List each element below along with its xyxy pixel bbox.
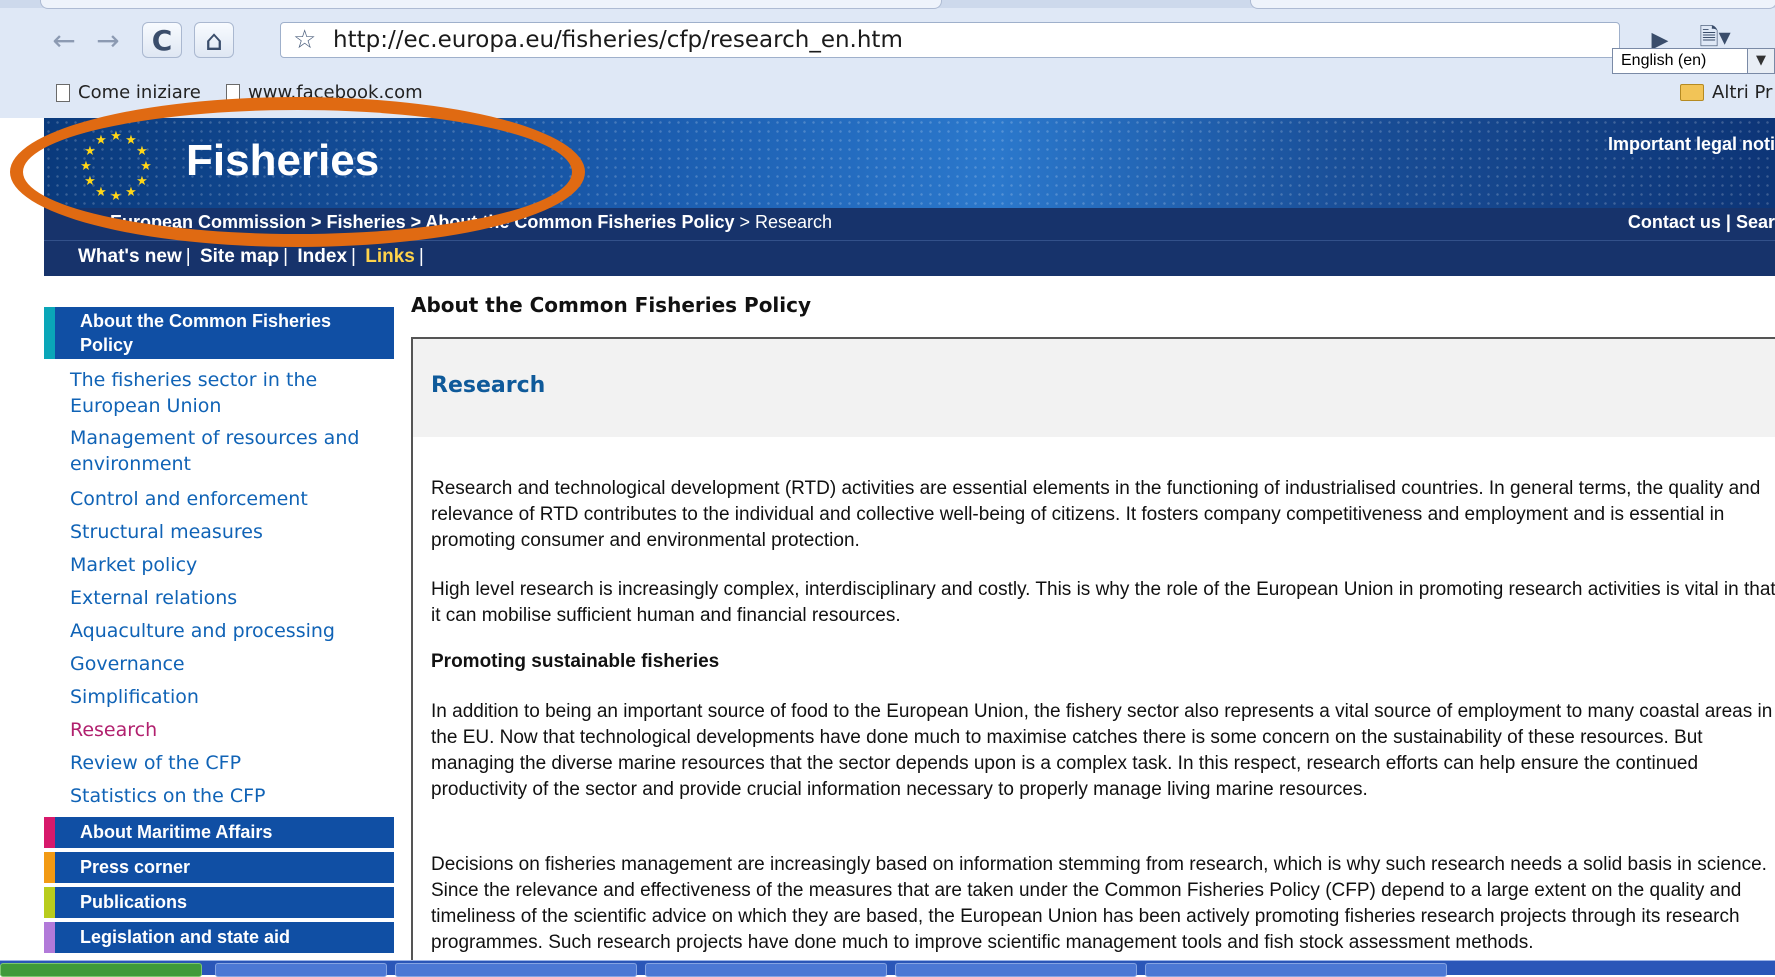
sidebar-item-research[interactable]: Research [44, 714, 394, 747]
content-panel: Research Research and technological deve… [411, 337, 1775, 977]
os-taskbar [0, 960, 1775, 977]
sidebar-item-governance[interactable]: Governance [44, 648, 394, 681]
taskbar-item[interactable] [645, 963, 887, 977]
taskbar-item[interactable] [215, 963, 387, 977]
sidebar-section-cfp[interactable]: About the Common Fisheries Policy [44, 307, 394, 359]
breadcrumb-current: > Research [739, 212, 833, 232]
contact-search-links[interactable]: Contact us | Sear [1628, 212, 1775, 233]
taskbar-item[interactable] [895, 963, 1137, 977]
other-bookmarks[interactable]: Altri Pr [1680, 82, 1772, 103]
taskbar-item[interactable] [395, 963, 637, 977]
reload-icon[interactable]: C [142, 22, 182, 58]
bookmark-label: Come iniziare [78, 82, 201, 103]
bookmark-come-iniziare[interactable]: Come iniziare [56, 82, 201, 103]
paragraph: High level research is increasingly comp… [431, 579, 1775, 626]
sidebar-section-press[interactable]: Press corner [44, 852, 394, 883]
paragraph: In addition to being an important source… [431, 701, 1773, 800]
forward-icon[interactable]: → [88, 22, 128, 58]
sidebar-item-simplification[interactable]: Simplification [44, 681, 394, 714]
back-icon[interactable]: ← [44, 22, 84, 58]
sidebar-section-publications[interactable]: Publications [44, 887, 394, 918]
tab-strip [0, 0, 1775, 9]
sidebar-item-review[interactable]: Review of the CFP [44, 747, 394, 780]
site-map-link[interactable]: Site map [200, 246, 279, 267]
highlight-annotation [10, 97, 585, 247]
sidebar-item-statistics[interactable]: Statistics on the CFP [44, 780, 394, 813]
star-icon[interactable]: ☆ [293, 25, 316, 55]
page-icon [56, 83, 70, 102]
paragraph: Decisions on fisheries management are in… [431, 854, 1767, 953]
utility-links: What's new | Site map | Index | Links | [78, 246, 424, 267]
sidebar-item-management[interactable]: Management of resources and environment [44, 425, 394, 483]
sidebar-section-legislation[interactable]: Legislation and state aid [44, 922, 394, 953]
taskbar-item[interactable] [1145, 963, 1447, 977]
address-bar[interactable]: ☆ http://ec.europa.eu/fisheries/cfp/rese… [280, 22, 1620, 58]
sidebar-section-maritime[interactable]: About Maritime Affairs [44, 817, 394, 848]
folder-icon [1680, 84, 1704, 101]
browser-toolbar: ← → C ⌂ ☆ http://ec.europa.eu/fisheries/… [0, 14, 1775, 74]
page-heading: About the Common Fisheries Policy [411, 293, 812, 317]
links-link[interactable]: Links [365, 246, 415, 267]
start-button[interactable] [0, 963, 202, 977]
whats-new-link[interactable]: What's new [78, 246, 182, 267]
browser-tab[interactable] [40, 0, 942, 9]
sidebar: About the Common Fisheries Policy The fi… [44, 307, 394, 953]
content-header: Research [413, 339, 1775, 437]
sidebar-item-market[interactable]: Market policy [44, 549, 394, 582]
legal-notice-link[interactable]: Important legal noti [1608, 134, 1775, 155]
language-value: English (en) [1621, 52, 1707, 69]
sidebar-item-aquaculture[interactable]: Aquaculture and processing [44, 615, 394, 648]
browser-tab[interactable] [1250, 0, 1775, 9]
paragraph: Research and technological development (… [431, 478, 1761, 551]
home-icon[interactable]: ⌂ [194, 22, 234, 58]
url-text[interactable]: http://ec.europa.eu/fisheries/cfp/resear… [333, 27, 903, 53]
sidebar-item-external[interactable]: External relations [44, 582, 394, 615]
sidebar-item-control[interactable]: Control and enforcement [44, 483, 394, 516]
chevron-down-icon[interactable]: ▼ [1747, 49, 1774, 73]
sidebar-item-structural[interactable]: Structural measures [44, 516, 394, 549]
index-link[interactable]: Index [297, 246, 347, 267]
sidebar-item-fisheries-sector[interactable]: The fisheries sector in the European Uni… [44, 367, 394, 425]
section-subheading: Promoting sustainable fisheries [431, 651, 720, 672]
page-title: Research [431, 373, 546, 398]
language-select[interactable]: English (en) ▼ [1612, 48, 1775, 74]
other-bookmarks-label: Altri Pr [1712, 82, 1773, 103]
